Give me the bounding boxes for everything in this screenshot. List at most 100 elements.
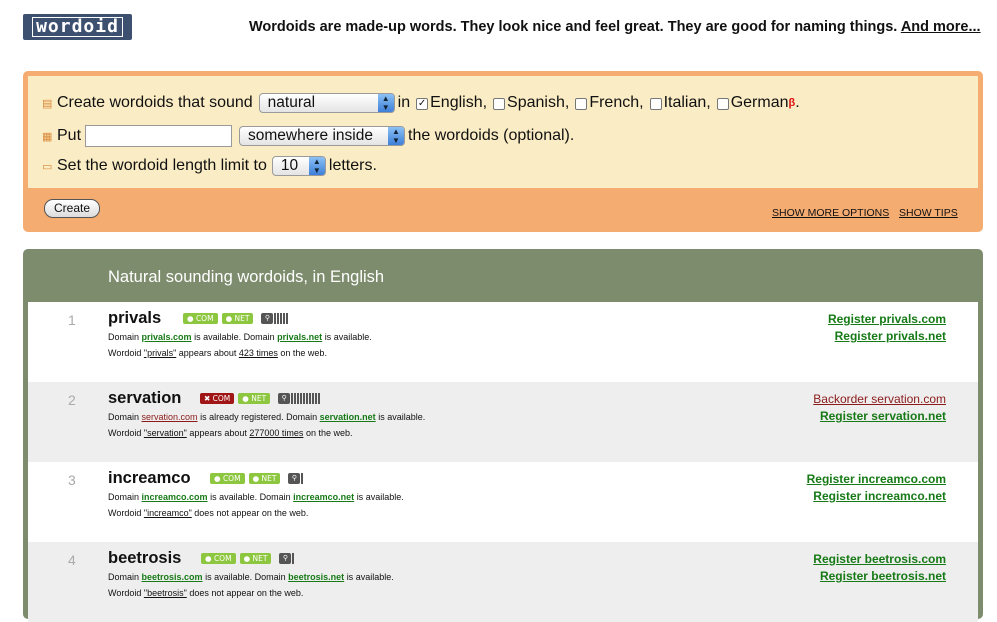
register-com-link[interactable]: Register privals.com: [828, 312, 946, 326]
popularity-bar: [309, 393, 312, 404]
wordoid-prefix: Wordoid: [108, 588, 142, 598]
select-arrows-icon: ▲ ▼: [388, 127, 405, 145]
net-domain-link[interactable]: privals.net: [277, 332, 322, 342]
web-occurrence: Wordoid "privals" appears about 423 time…: [108, 348, 327, 358]
register-com-link[interactable]: Backorder servation.com: [813, 392, 946, 406]
domain-status: Domain servation.com is already register…: [108, 412, 425, 422]
net-status-text: is available.: [356, 492, 404, 502]
popularity-bar: [274, 313, 277, 324]
in-label: in: [397, 94, 411, 111]
position-select[interactable]: somewhere inside ▲ ▼: [239, 126, 406, 146]
popularity-bar: [297, 393, 300, 404]
occurrence-text: appears about: [178, 348, 237, 358]
wordoid-word[interactable]: increamco: [108, 469, 191, 488]
occurrence-text: appears about: [189, 428, 247, 438]
domain-prefix: Domain: [108, 492, 140, 502]
and-more-link[interactable]: And more...: [901, 19, 981, 35]
sound-row: ▤ Create wordoids that sound natural ▲ ▼ i…: [42, 93, 800, 113]
result-number: 3: [68, 472, 76, 488]
show-tips-link[interactable]: SHOW TIPS: [899, 207, 958, 219]
row1-end: .: [795, 94, 800, 111]
net-badge: ● NET: [239, 553, 272, 564]
italian-checkbox[interactable]: [649, 98, 662, 110]
popularity-bar: [292, 553, 295, 564]
com-status-text: is already registered. Domain: [200, 412, 318, 422]
register-com-link[interactable]: Register beetrosis.com: [813, 552, 946, 566]
popularity-meter[interactable]: ⚲: [279, 553, 295, 564]
occurrence-count-link[interactable]: 423 times: [239, 348, 278, 358]
magnifier-icon: ⚲: [261, 313, 274, 324]
result-number: 1: [68, 312, 76, 328]
select-arrows-icon: ▲ ▼: [308, 157, 325, 175]
popularity-bar: [315, 393, 318, 404]
com-domain-link[interactable]: privals.com: [142, 332, 192, 342]
occurrence-count-link[interactable]: 277000 times: [249, 428, 303, 438]
popularity-bar: [318, 393, 321, 404]
register-net-link[interactable]: Register servation.net: [820, 409, 946, 423]
put-label: Put: [57, 127, 82, 144]
domain-badges: ● COM ● NET ⚲: [210, 473, 304, 484]
wordoid-word[interactable]: privals: [108, 309, 161, 328]
register-net-link[interactable]: Register beetrosis.net: [820, 569, 946, 583]
net-badge: ● NET: [248, 473, 281, 484]
net-badge: ● NET: [238, 393, 271, 404]
sound-select[interactable]: natural ▲ ▼: [258, 93, 395, 113]
wordoid-search-link[interactable]: "beetrosis": [144, 588, 187, 598]
length-select[interactable]: 10 ▲ ▼: [271, 156, 326, 176]
popularity-bar: [277, 313, 280, 324]
net-domain-link[interactable]: beetrosis.net: [288, 572, 344, 582]
com-domain-link[interactable]: increamco.com: [142, 492, 208, 502]
net-badge: ● NET: [221, 313, 254, 324]
wordoid-word[interactable]: servation: [108, 389, 181, 408]
net-domain-link[interactable]: increamco.net: [293, 492, 354, 502]
popularity-bar: [294, 393, 297, 404]
result-row: 2 servation ✖ COM ● NET ⚲ Domain servati…: [28, 382, 978, 462]
english-label: English,: [430, 94, 488, 111]
net-status-text: is available.: [324, 332, 372, 342]
italian-label: Italian,: [663, 94, 711, 111]
domain-badges: ● COM ● NET ⚲: [201, 553, 295, 564]
register-net-link[interactable]: Register increamco.net: [813, 489, 946, 503]
net-domain-link[interactable]: servation.net: [320, 412, 376, 422]
popularity-bar: [300, 393, 303, 404]
result-row: 4 beetrosis ● COM ● NET ⚲ Domain beetros…: [28, 542, 978, 622]
optional-label: the wordoids (optional).: [408, 127, 575, 144]
german-label: German: [730, 94, 789, 111]
domain-status: Domain privals.com is available. Domain …: [108, 332, 372, 342]
sound-label: Create wordoids that sound: [57, 94, 253, 111]
domain-prefix: Domain: [108, 572, 140, 582]
english-checkbox[interactable]: ✓: [416, 98, 429, 110]
wordoid-word[interactable]: beetrosis: [108, 549, 181, 568]
ruler-icon: ▭: [42, 160, 53, 173]
register-com-link[interactable]: Register increamco.com: [807, 472, 946, 486]
popularity-meter[interactable]: ⚲: [261, 313, 289, 324]
wordoid-search-link[interactable]: "privals": [144, 348, 176, 358]
occurrence-suffix: on the web.: [305, 428, 353, 438]
spanish-checkbox[interactable]: [493, 98, 506, 110]
popularity-meter[interactable]: ⚲: [278, 393, 321, 404]
net-badge-label: NET: [252, 554, 268, 563]
wordoid-search-link[interactable]: "servation": [144, 428, 187, 438]
com-domain-link[interactable]: servation.com: [142, 412, 198, 422]
wordoid-logo[interactable]: wordoid: [23, 14, 132, 40]
german-checkbox[interactable]: [716, 98, 729, 110]
show-more-options-link[interactable]: SHOW MORE OPTIONS: [772, 207, 889, 219]
logo-text: wordoid: [32, 17, 123, 37]
com-badge-label: COM: [212, 394, 231, 403]
letters-input[interactable]: [85, 125, 233, 147]
occurrence-suffix: on the web.: [280, 348, 327, 358]
register-net-link[interactable]: Register privals.net: [835, 329, 946, 343]
popularity-bar: [301, 473, 304, 484]
length-label: Set the wordoid length limit to: [57, 157, 267, 174]
length-row: ▭ Set the wordoid length limit to 10 ▲ ▼ l…: [42, 156, 377, 176]
spanish-label: Spanish,: [507, 94, 570, 111]
create-form-panel: ▤ Create wordoids that sound natural ▲ ▼ i…: [23, 71, 983, 232]
results-panel: Natural sounding wordoids, in English 1 …: [23, 249, 983, 622]
create-button[interactable]: Create: [44, 199, 100, 218]
french-checkbox[interactable]: [575, 98, 588, 110]
com-domain-link[interactable]: beetrosis.com: [142, 572, 203, 582]
popularity-meter[interactable]: ⚲: [288, 473, 304, 484]
popularity-bar: [306, 393, 309, 404]
results-title: Natural sounding wordoids, in English: [108, 268, 385, 286]
wordoid-search-link[interactable]: "increamco": [144, 508, 192, 518]
